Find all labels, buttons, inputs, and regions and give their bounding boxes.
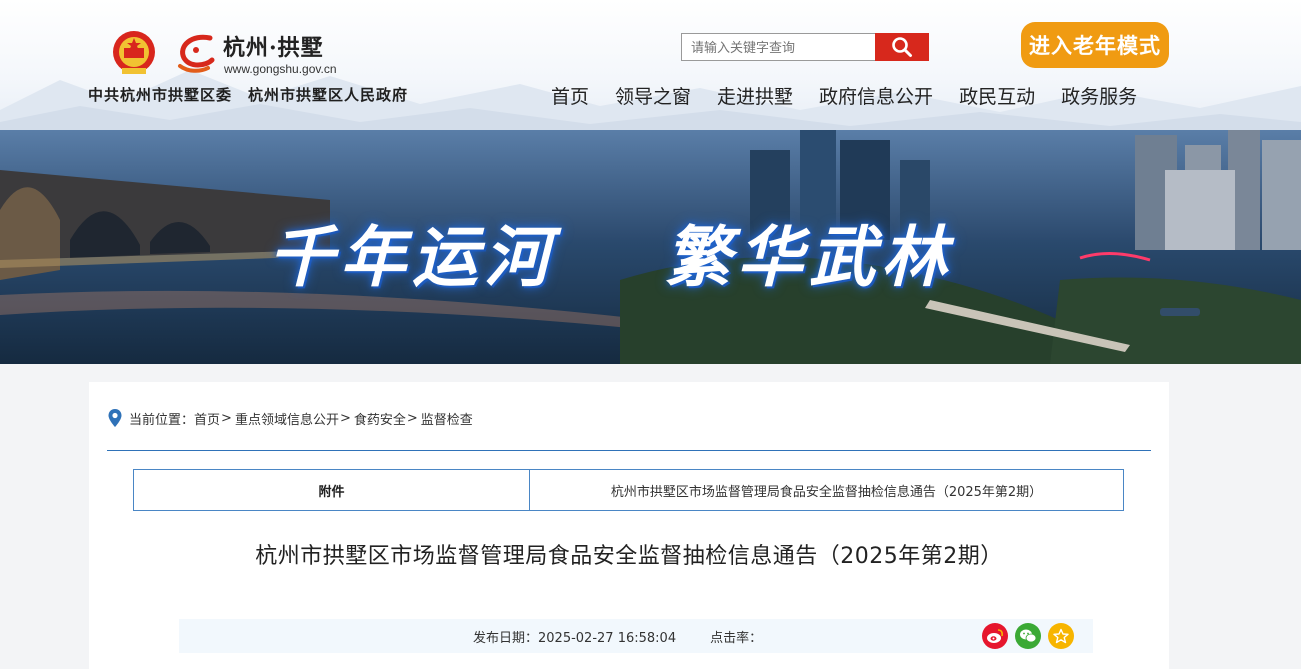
favorite-icon xyxy=(1053,628,1069,644)
breadcrumb-item-food-drug-safety[interactable]: 食药安全 xyxy=(354,409,406,428)
breadcrumb-separator: > xyxy=(221,410,232,426)
article-meta: 发布日期：2025-02-27 16:58:04 点击率： xyxy=(473,627,762,646)
breadcrumb-separator: > xyxy=(406,410,418,426)
site-name: 杭州·拱墅 xyxy=(223,35,324,61)
national-emblem-icon xyxy=(113,31,155,74)
location-pin-icon xyxy=(108,409,122,427)
search-input[interactable] xyxy=(681,33,876,61)
org-government-name: 杭州市拱墅区人民政府 xyxy=(248,86,409,104)
hits-label: 点击率： xyxy=(710,631,763,646)
canal-cityscape-image xyxy=(0,130,1301,364)
attachment-label: 附件 xyxy=(134,470,530,510)
breadcrumb-divider xyxy=(107,450,1151,451)
site-url: www.gongshu.gov.cn xyxy=(224,62,337,76)
breadcrumb: 当前位置： 首页 > 重点领域信息公开 > 食药安全 > 监督检查 xyxy=(107,408,473,428)
publish-date-value: 2025-02-27 16:58:04 xyxy=(538,631,677,646)
share-wechat-button[interactable] xyxy=(1015,623,1041,649)
breadcrumb-item-key-areas[interactable]: 重点领域信息公开 xyxy=(235,409,339,428)
nav-item-about-gongshu[interactable]: 走进拱墅 xyxy=(717,82,793,109)
nav-item-home[interactable]: 首页 xyxy=(551,82,589,109)
article-meta-bar: 发布日期：2025-02-27 16:58:04 点击率： xyxy=(179,619,1093,653)
search-icon xyxy=(892,37,912,57)
banner-slogan-wulin: 繁华武林 xyxy=(665,218,953,296)
organization-names: 中共杭州市拱墅区委 杭州市拱墅区人民政府 xyxy=(88,84,424,105)
org-party-name: 中共杭州市拱墅区委 xyxy=(88,86,233,104)
share-weibo-button[interactable] xyxy=(982,623,1008,649)
main-nav: 首页 领导之窗 走进拱墅 政府信息公开 政民互动 政务服务 xyxy=(551,82,1137,109)
nav-item-interaction[interactable]: 政民互动 xyxy=(959,82,1035,109)
favorite-button[interactable] xyxy=(1048,623,1074,649)
breadcrumb-prefix: 当前位置： xyxy=(129,412,195,428)
nav-item-leaders[interactable]: 领导之窗 xyxy=(615,82,691,109)
nav-item-gov-info[interactable]: 政府信息公开 xyxy=(819,82,933,109)
gongshu-logo-icon xyxy=(178,34,215,73)
wechat-icon xyxy=(1020,629,1037,643)
elder-mode-button[interactable]: 进入老年模式 xyxy=(1021,22,1169,68)
banner-slogan-canal: 千年运河 xyxy=(268,218,556,296)
breadcrumb-item-home[interactable]: 首页 xyxy=(194,409,220,428)
article-panel: 当前位置： 首页 > 重点领域信息公开 > 食药安全 > 监督检查 附件 杭州市… xyxy=(89,382,1169,669)
publish-date-label: 发布日期： xyxy=(473,631,539,646)
site-header: 杭州·拱墅 www.gongshu.gov.cn 中共杭州市拱墅区委 杭州市拱墅区… xyxy=(0,0,1301,130)
search-button[interactable] xyxy=(875,33,929,61)
attachment-table: 附件 杭州市拱墅区市场监督管理局食品安全监督抽检信息通告（2025年第2期） xyxy=(133,469,1124,511)
nav-item-services[interactable]: 政务服务 xyxy=(1061,82,1137,109)
breadcrumb-item-supervision[interactable]: 监督检查 xyxy=(421,409,473,428)
weibo-icon xyxy=(987,629,1003,643)
hero-banner: 千年运河 繁华武林 xyxy=(0,130,1301,364)
breadcrumb-separator: > xyxy=(339,410,351,426)
attachment-file-link[interactable]: 杭州市拱墅区市场监督管理局食品安全监督抽检信息通告（2025年第2期） xyxy=(530,470,1123,510)
article-title: 杭州市拱墅区市场监督管理局食品安全监督抽检信息通告（2025年第2期） xyxy=(255,544,1003,569)
